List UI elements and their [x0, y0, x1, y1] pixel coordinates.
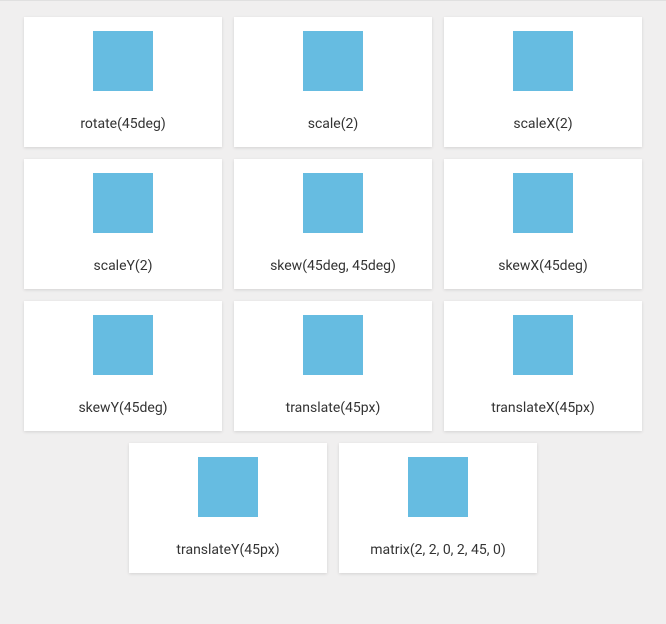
card-scalex: scaleX(2)	[444, 17, 642, 147]
card-label: matrix(2, 2, 0, 2, 45, 0)	[370, 542, 505, 558]
card-label: translate(45px)	[286, 400, 381, 416]
card-translate: translate(45px)	[234, 301, 432, 431]
transform-grid: rotate(45deg) scale(2) scaleX(2) scaleY(…	[16, 17, 650, 573]
card-label: scale(2)	[308, 116, 359, 132]
card-label: skewX(45deg)	[498, 258, 588, 274]
card-translatex: translateX(45px)	[444, 301, 642, 431]
card-label: scaleY(2)	[94, 258, 153, 274]
sample-square	[93, 31, 153, 91]
sample-square	[93, 315, 153, 375]
card-scaley: scaleY(2)	[24, 159, 222, 289]
card-label: translateY(45px)	[176, 542, 279, 558]
card-label: translateX(45px)	[491, 400, 595, 416]
sample-square	[93, 173, 153, 233]
sample-square	[408, 457, 468, 517]
card-label: rotate(45deg)	[80, 116, 165, 132]
sample-square	[513, 31, 573, 91]
card-label: scaleX(2)	[513, 116, 572, 132]
card-rotate: rotate(45deg)	[24, 17, 222, 147]
card-label: skewY(45deg)	[78, 400, 167, 416]
card-skewy: skewY(45deg)	[24, 301, 222, 431]
sample-square	[198, 457, 258, 517]
sample-square	[303, 173, 363, 233]
card-label: skew(45deg, 45deg)	[270, 258, 396, 274]
card-matrix: matrix(2, 2, 0, 2, 45, 0)	[339, 443, 537, 573]
sample-square	[513, 173, 573, 233]
sample-square	[303, 31, 363, 91]
sample-square	[303, 315, 363, 375]
sample-square	[513, 315, 573, 375]
card-scale: scale(2)	[234, 17, 432, 147]
card-translatey: translateY(45px)	[129, 443, 327, 573]
card-skew: skew(45deg, 45deg)	[234, 159, 432, 289]
card-skewx: skewX(45deg)	[444, 159, 642, 289]
